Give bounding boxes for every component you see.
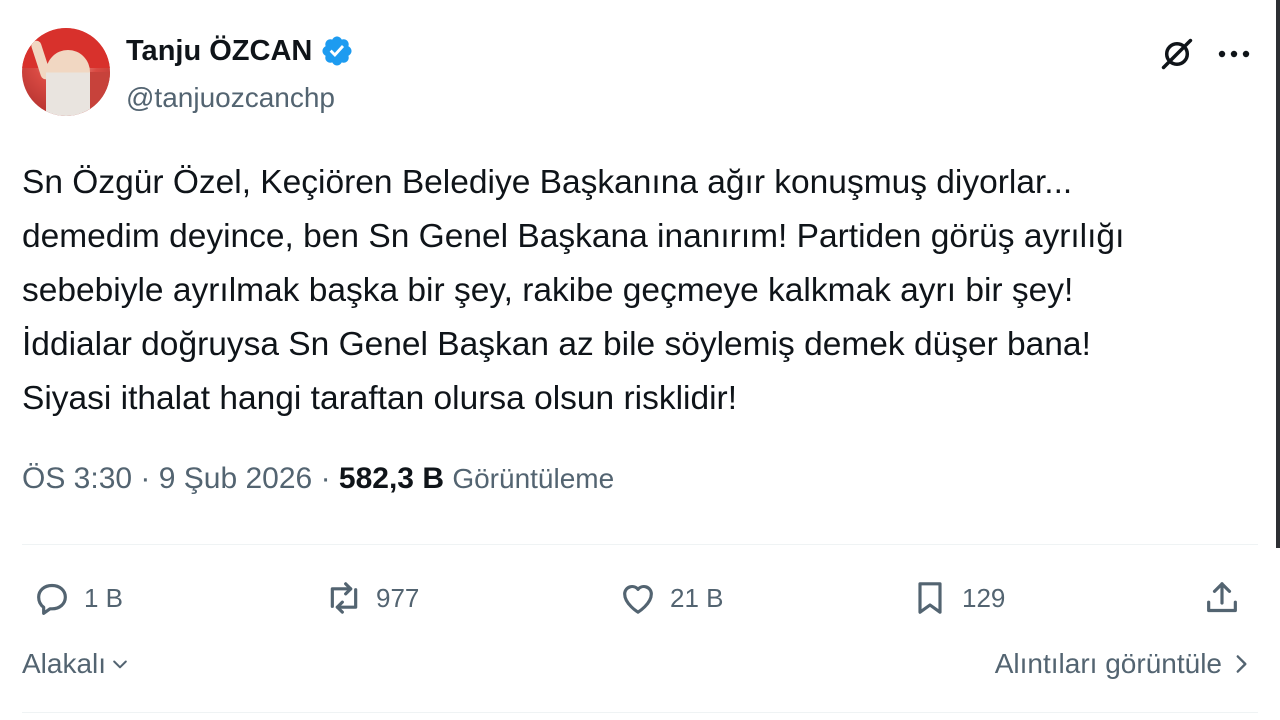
reply-button[interactable]: 1 B	[32, 574, 123, 622]
meta-separator: ·	[140, 462, 159, 495]
view-quotes-label: Alıntıları görüntüle	[994, 648, 1222, 679]
bookmark-count: 129	[962, 582, 1006, 613]
reply-icon	[37, 583, 67, 615]
repost-count: 977	[376, 582, 420, 613]
tweet-date[interactable]: 9 Şub 2026	[159, 462, 312, 495]
chevron-down-icon	[113, 660, 127, 669]
tweet-line: İddialar doğruysa Sn Genel Başkan az bil…	[22, 326, 1091, 363]
tweet-line: demedim deyince, ben Sn Genel Başkana in…	[22, 218, 1125, 255]
grok-icon	[1161, 38, 1193, 70]
tweet-time[interactable]: ÖS 3:30	[22, 462, 132, 495]
grok-button[interactable]	[1157, 34, 1197, 74]
repost-icon	[330, 582, 358, 614]
tweet-line: sebebiyle ayrılmak başka bir şey, rakibe…	[22, 272, 1074, 309]
tweet-text: Sn Özgür Özel, Keçiören Belediye Başkanı…	[22, 156, 1262, 426]
more-button[interactable]	[1214, 34, 1254, 74]
views-count: 582,3 B	[338, 462, 444, 495]
repost-button[interactable]: 977	[324, 574, 419, 622]
reply-count: 1 B	[84, 582, 124, 613]
divider	[22, 712, 1258, 713]
bookmark-button[interactable]: 129	[910, 574, 1005, 622]
tweet-meta: ÖS 3:30 · 9 Şub 2026 · 582,3 B Görüntüle…	[22, 462, 614, 496]
author-name[interactable]: Tanju ÖZCAN	[126, 35, 312, 68]
meta-separator: ·	[320, 462, 339, 495]
share-button[interactable]	[1202, 574, 1242, 622]
view-quotes-link[interactable]: Alıntıları görüntüle	[995, 648, 1250, 680]
tweet-line: Siyasi ithalat hangi taraftan olursa ols…	[22, 380, 738, 417]
share-icon	[1207, 582, 1237, 613]
chevron-right-icon	[1236, 655, 1247, 673]
heart-icon	[623, 584, 653, 614]
verified-badge-icon	[322, 36, 352, 66]
tweet-line: Sn Özgür Özel, Keçiören Belediye Başkanı…	[22, 164, 1073, 201]
more-icon	[1218, 50, 1250, 58]
author-handle[interactable]: @tanjuozcanchp	[126, 82, 335, 114]
bookmark-icon	[918, 582, 942, 614]
window-edge	[1276, 0, 1280, 548]
like-count: 21 B	[670, 582, 724, 613]
like-button[interactable]: 21 B	[618, 574, 724, 622]
related-label: Alakalı	[22, 648, 107, 679]
views-label: Görüntüleme	[452, 463, 615, 494]
author-name-row[interactable]: Tanju ÖZCAN	[126, 34, 354, 68]
avatar[interactable]	[22, 28, 110, 116]
divider	[22, 544, 1258, 545]
related-dropdown[interactable]: Alakalı	[22, 648, 130, 680]
